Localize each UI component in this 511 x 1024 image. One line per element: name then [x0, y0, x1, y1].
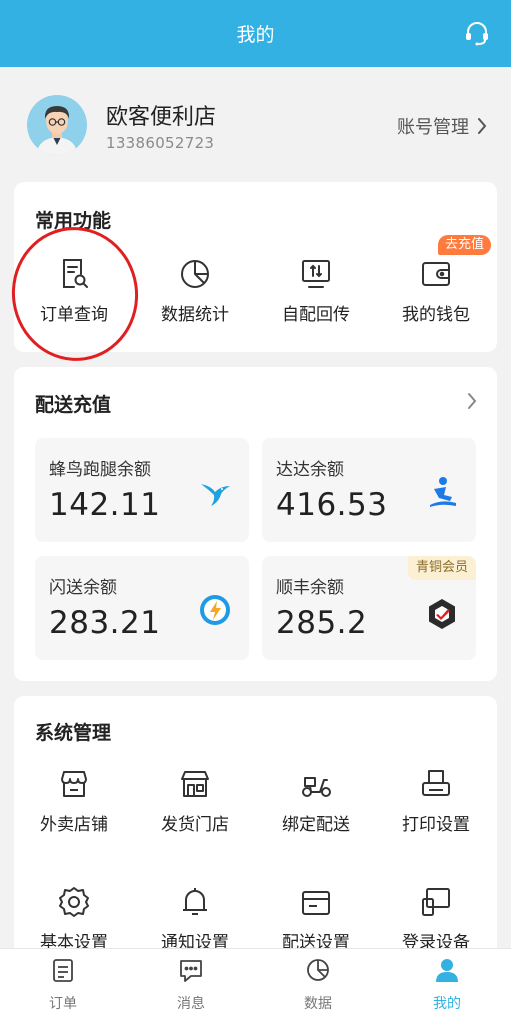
balance-label: 顺丰余额	[276, 578, 344, 598]
system-management-card: 系统管理 外卖店铺 发货门店 绑定配送 打印设置 基本设置 通知设置 配送设置 …	[14, 696, 497, 948]
function-label: 外卖店铺	[40, 815, 108, 835]
balance-value: 283.21	[49, 605, 161, 641]
balance-label: 达达余额	[276, 460, 344, 480]
function-label: 发货门店	[161, 815, 229, 835]
order-list-icon	[53, 959, 73, 982]
bell-icon	[183, 888, 207, 915]
wallet-icon	[422, 262, 450, 286]
my-wallet-button[interactable]: 我的钱包	[376, 256, 496, 325]
order-search-button[interactable]: 订单查询	[14, 256, 134, 325]
user-icon	[436, 959, 458, 982]
headset-icon[interactable]	[463, 19, 491, 47]
nav-label: 数据	[304, 996, 332, 1012]
dada-runner-icon	[430, 477, 456, 507]
phone-number: 13386052723	[106, 134, 215, 152]
function-label: 登录设备	[402, 933, 470, 948]
bronze-member-badge: 青铜会员	[407, 556, 476, 580]
pie-chart-icon	[181, 260, 209, 288]
balance-label: 闪送余额	[49, 578, 117, 598]
login-devices-button[interactable]: 登录设备	[376, 884, 496, 948]
message-icon	[180, 960, 202, 982]
store-icon	[61, 771, 87, 797]
scooter-icon	[302, 777, 331, 797]
account-manage-label: 账号管理	[397, 117, 469, 138]
nav-label: 我的	[433, 996, 461, 1012]
balance-label: 蜂鸟跑腿余额	[49, 460, 151, 480]
shop-front-icon	[181, 771, 209, 797]
delivery-box-icon	[302, 891, 330, 915]
printer-icon	[422, 770, 450, 796]
function-label: 订单查询	[40, 305, 108, 325]
nav-label: 订单	[49, 996, 77, 1012]
dada-balance-card[interactable]: 达达余额 416.53	[262, 438, 476, 542]
nav-mine[interactable]: 我的	[407, 957, 487, 1013]
order-search-icon	[63, 259, 88, 288]
flash-icon	[200, 595, 230, 625]
function-label: 配送设置	[282, 933, 350, 948]
bottom-nav: 订单 消息 数据 我的	[0, 948, 511, 1024]
shop-name: 欧客便利店	[106, 105, 217, 130]
nav-messages[interactable]: 消息	[151, 957, 231, 1013]
page-title: 我的	[236, 24, 275, 46]
data-statistics-button[interactable]: 数据统计	[135, 256, 255, 325]
function-label: 基本设置	[40, 933, 108, 948]
function-label: 数据统计	[161, 305, 229, 325]
notification-settings-button[interactable]: 通知设置	[135, 884, 255, 948]
avatar[interactable]	[27, 95, 87, 155]
balance-value: 416.53	[276, 487, 388, 523]
balance-value: 285.2	[276, 605, 368, 641]
fengniao-balance-card[interactable]: 蜂鸟跑腿余额 142.11	[35, 438, 249, 542]
recharge-badge[interactable]: 去充值	[438, 235, 492, 255]
delivery-recharge-card: 配送充值 蜂鸟跑腿余额 142.11 达达余额 416.53 闪送余额 283.…	[14, 367, 497, 681]
chevron-right-icon	[478, 118, 487, 134]
sf-express-icon	[429, 599, 455, 629]
hummingbird-icon	[201, 484, 230, 506]
common-functions-card: 常用功能 订单查询 数据统计 自配回传 我的钱包 去充值	[14, 182, 497, 352]
self-delivery-upload-button[interactable]: 自配回传	[256, 256, 376, 325]
gear-icon	[59, 887, 89, 917]
delivery-recharge-title: 配送充值	[35, 394, 112, 416]
system-management-title: 系统管理	[35, 722, 112, 744]
nav-label: 消息	[177, 996, 205, 1012]
nav-orders[interactable]: 订单	[23, 957, 103, 1013]
print-settings-button[interactable]: 打印设置	[376, 766, 496, 835]
profile-section: 欧客便利店 13386052723 账号管理	[0, 67, 511, 177]
balance-value: 142.11	[49, 487, 161, 523]
takeout-store-button[interactable]: 外卖店铺	[14, 766, 134, 835]
devices-icon	[422, 888, 450, 916]
common-functions-title: 常用功能	[35, 210, 112, 232]
shansong-balance-card[interactable]: 闪送余额 283.21	[35, 556, 249, 660]
function-label: 通知设置	[161, 933, 229, 948]
sf-balance-card[interactable]: 顺丰余额 285.2 青铜会员	[262, 556, 476, 660]
chevron-right-icon[interactable]	[467, 392, 477, 410]
function-label: 绑定配送	[282, 815, 350, 835]
upload-monitor-icon	[302, 260, 330, 288]
delivery-settings-button[interactable]: 配送设置	[256, 884, 376, 948]
function-label: 打印设置	[402, 815, 470, 835]
bind-delivery-button[interactable]: 绑定配送	[256, 766, 376, 835]
shipping-store-button[interactable]: 发货门店	[135, 766, 255, 835]
function-label: 自配回传	[282, 305, 350, 325]
function-label: 我的钱包	[402, 305, 470, 325]
top-bar: 我的	[0, 0, 511, 67]
account-manage-link[interactable]: 账号管理	[397, 113, 487, 139]
nav-data[interactable]: 数据	[278, 957, 358, 1013]
basic-settings-button[interactable]: 基本设置	[14, 884, 134, 948]
pie-chart-icon	[307, 959, 329, 981]
